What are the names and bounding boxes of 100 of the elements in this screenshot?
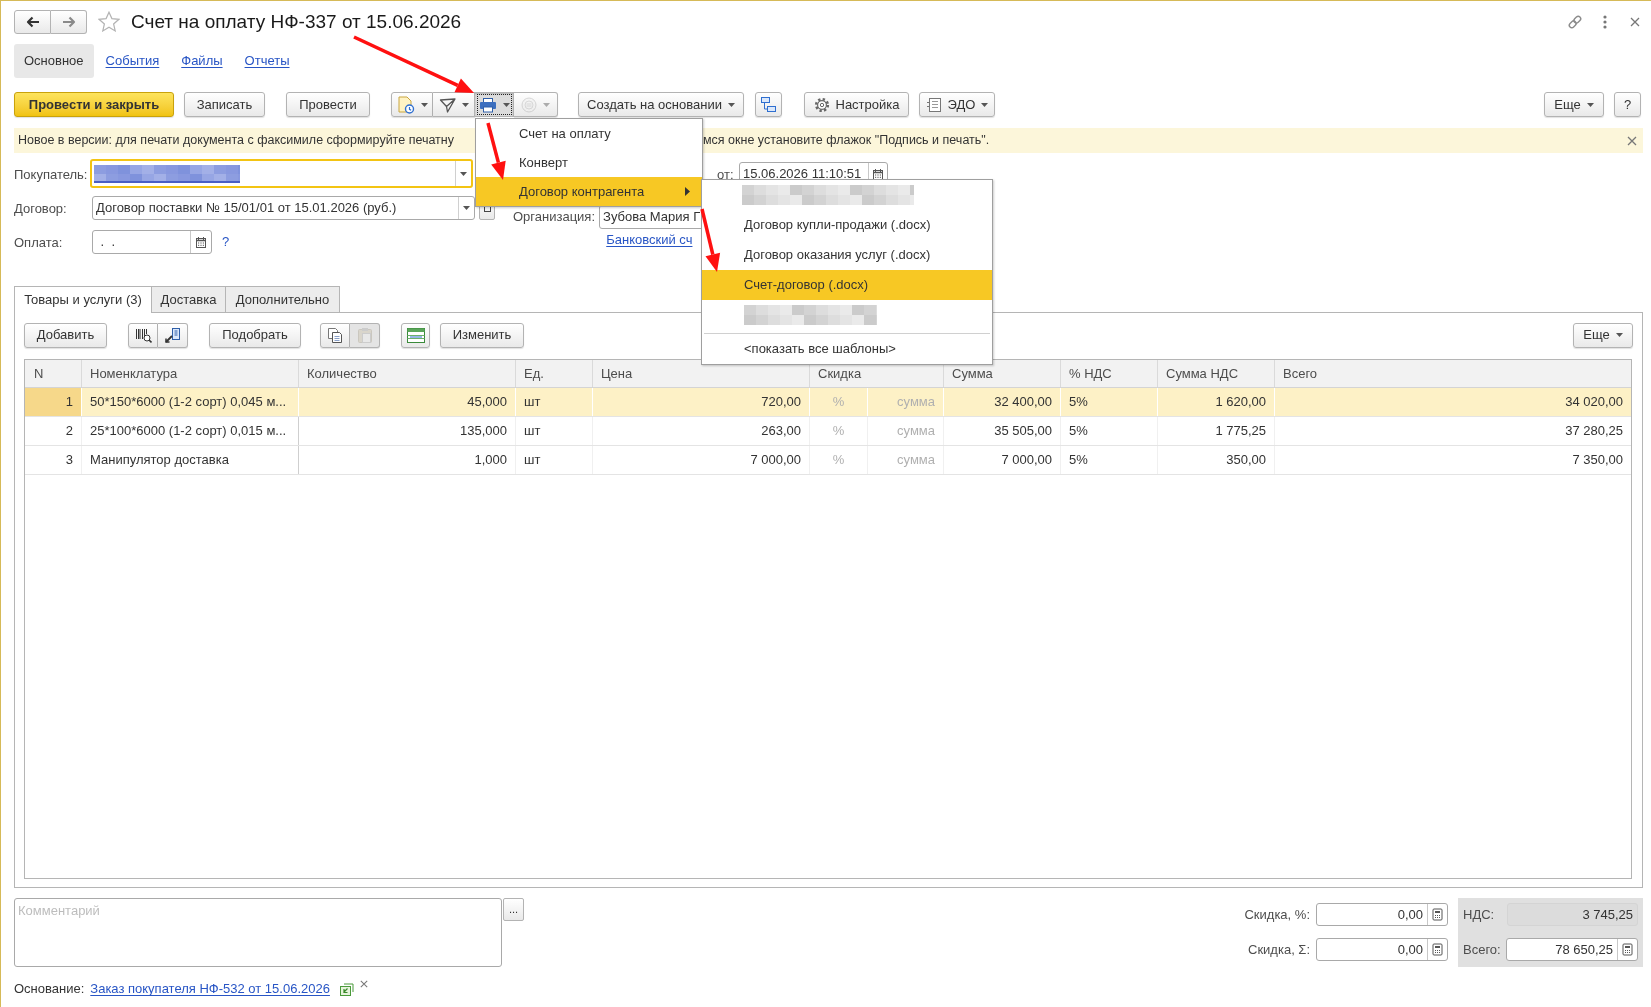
vat-field: 3 745,25 [1507,903,1638,926]
close-icon[interactable] [1627,135,1637,146]
calculator-icon[interactable] [1622,943,1633,956]
table-cell: 7 000,00 [944,446,1061,474]
arrow-left-icon [25,15,40,28]
date-field[interactable]: . . [92,230,212,254]
tab[interactable]: Доставка [152,286,226,312]
tab[interactable]: Дополнительно [226,286,340,312]
barcode-button[interactable] [128,322,158,348]
info-text: Новое в версии: для печати документа с факсимиле сформируйте печатну [18,133,454,148]
table-cell: 50*150*6000 (1-2 сорт) 0,045 м... [82,388,299,416]
window-title: Счет на оплату НФ-337 от 15.06.2026 [131,12,462,31]
save-button[interactable]: Записать [184,92,265,117]
print-button[interactable] [475,92,514,117]
field-label: Оплата: [14,235,63,250]
field-label: от: [717,166,734,182]
barcode-icon [134,326,152,344]
menu-item[interactable]: Договор оказания услуг (.docx) [702,240,992,270]
discount-percent-field[interactable]: 0,00 [1316,903,1448,926]
close-icon[interactable] [359,980,368,988]
back-button[interactable] [14,9,51,34]
document-lines-icon [925,96,942,113]
bank-account-link[interactable]: Банковский сч [606,230,693,250]
arrow-right-icon [61,15,76,28]
calculator-icon[interactable] [1432,908,1443,921]
caret-icon [460,171,467,176]
total-field[interactable]: 78 650,25 [1506,938,1638,961]
table-cell: 5% [1061,417,1158,445]
table-cell-text: 7 350,00 [1571,451,1624,470]
post-button[interactable]: Провести [286,92,370,117]
column-header[interactable]: N [25,360,82,387]
edo-button[interactable]: ЭДО [919,92,995,117]
add-button[interactable]: Добавить [24,322,107,348]
table-cell: шт [516,388,593,416]
send-button[interactable] [433,92,475,117]
expand-button[interactable]: ... [503,898,524,921]
column-header[interactable]: Номенклатура [82,360,299,387]
table-cell: % [810,388,868,416]
info-text: мся окне установите флажок "Подпись и печать". [703,132,990,150]
table-row[interactable]: 1 50*150*6000 (1-2 сорт) 0,045 м... 45,000 шт 720,00 % сумма 32 400,00 5% 1 620,00 34 020,00 [25,388,1631,417]
basis-link[interactable]: Заказ покупателя НФ-532 от 15.06.2026 [90,979,330,999]
nav-tab[interactable]: Файлы [181,51,223,71]
column-header[interactable]: Ед. [516,360,593,387]
table-cell: 720,00 [593,388,810,416]
link-icon[interactable] [1567,13,1583,30]
handheld-device-icon [164,326,181,344]
document-button[interactable] [391,92,433,117]
menu-item[interactable]: Договор контрагента [476,177,702,206]
caret-icon [727,102,735,107]
device-button[interactable] [158,322,188,348]
column-header[interactable]: Количество [299,360,516,387]
copy-button[interactable] [320,322,350,348]
table-row[interactable]: 3 Манипулятор доставка 1,000 шт 7 000,00 % сумма 7 000,00 5% 350,00 7 350,00 [25,446,1631,475]
field-label: Скидка, %: [1244,905,1310,924]
field-label: Организация: [513,208,596,227]
document-clock-icon [396,95,415,114]
calendar-icon[interactable] [872,167,884,180]
tab[interactable]: Товары и услуги (3) [14,286,152,313]
caret-icon [1615,333,1623,337]
star-icon[interactable] [98,11,120,32]
table-cell: сумма [868,417,944,445]
close-icon[interactable] [1630,16,1640,27]
more-button[interactable]: Еще [1573,322,1633,348]
table-cell: 32 400,00 [944,388,1061,416]
clipboard-icon [356,326,373,344]
table-row[interactable]: 2 25*100*6000 (1-2 сорт) 0,015 м... 135,000 шт 263,00 % сумма 35 505,00 5% 1 775,25 37 280,25 [25,417,1631,446]
column-header[interactable]: Всего [1275,360,1631,387]
nav-tab[interactable]: События [105,51,160,71]
table-cell: % [810,417,868,445]
menu-item[interactable]: Счет-договор (.docx) [702,270,992,300]
caret-icon [502,102,510,107]
caret-icon [1586,102,1594,107]
calendar-icon[interactable] [195,236,207,248]
help-link[interactable]: ? [222,232,230,252]
menu-item[interactable]: Счет на оплату [476,119,702,148]
post-and-close-button[interactable]: Провести и закрыть [14,92,174,117]
table-icon [406,327,425,343]
more-icon[interactable] [1603,14,1607,29]
structure-button[interactable] [755,92,782,117]
contract-field[interactable]: Договор поставки № 15/01/01 от 15.01.2026 (руб.) [92,196,475,220]
create-based-on-button[interactable]: Создать на основании [578,92,744,117]
column-header[interactable]: % НДС [1061,360,1158,387]
change-button[interactable]: Изменить [440,322,524,348]
more-button[interactable]: Еще [1544,92,1604,117]
column-header[interactable]: Сумма НДС [1158,360,1275,387]
menu-item[interactable]: Конверт [476,148,702,177]
nav-tab[interactable]: Отчеты [244,51,290,71]
table-cell: % [810,446,868,474]
discount-sum-field[interactable]: 0,00 [1316,938,1448,961]
buyer-field[interactable] [90,159,473,188]
table-cell: шт [516,446,593,474]
settings-button[interactable]: Настройка [804,92,909,117]
comment-field[interactable]: Комментарий [14,898,502,967]
table-button[interactable] [401,322,430,348]
nav-tab[interactable]: Основное [14,44,94,78]
gear-icon [813,96,830,113]
pick-button[interactable]: Подобрать [209,322,301,348]
help-button[interactable]: ? [1614,92,1641,117]
table-cell: 5% [1061,388,1158,416]
calculator-icon[interactable] [1432,943,1443,956]
